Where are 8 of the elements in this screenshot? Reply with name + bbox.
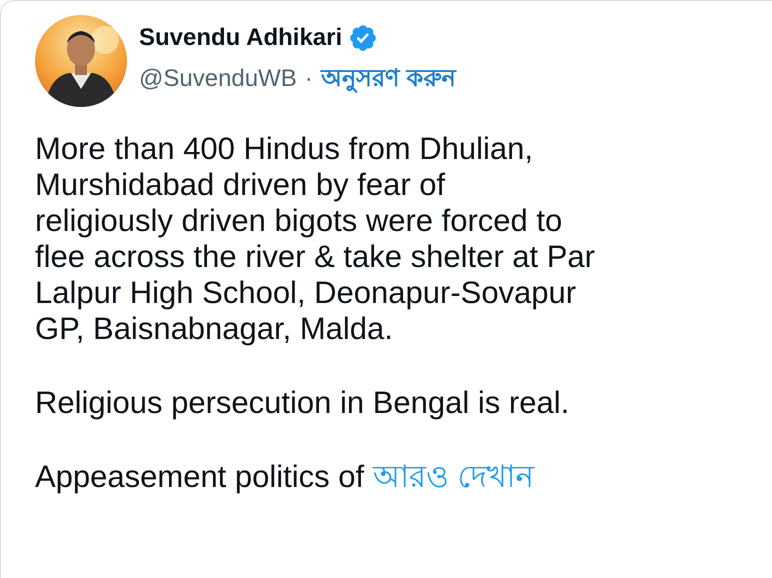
follow-link[interactable]: অনুসরণ করুন [320, 59, 456, 99]
tweet-text: More than 400 Hindus from Dhulian, Murshidabad driven by fear of religiously driven bigots were forced to flee across the river & take shelter at Par Lalpur High School, Deonapur-Sovapur GP, Baisnabnagar, Malda. [35, 131, 596, 347]
separator-dot: · [304, 65, 313, 93]
show-more-link[interactable]: আরও দেখান [372, 459, 534, 494]
tweet-text: Religious persecution in Bengal is real. [35, 385, 570, 421]
tweet-text: Appeasement politics of আরও দেখান [35, 459, 536, 495]
author-name: Suvendu Adhikari [139, 24, 342, 52]
author-handle: @SuvenduWB [139, 65, 297, 93]
